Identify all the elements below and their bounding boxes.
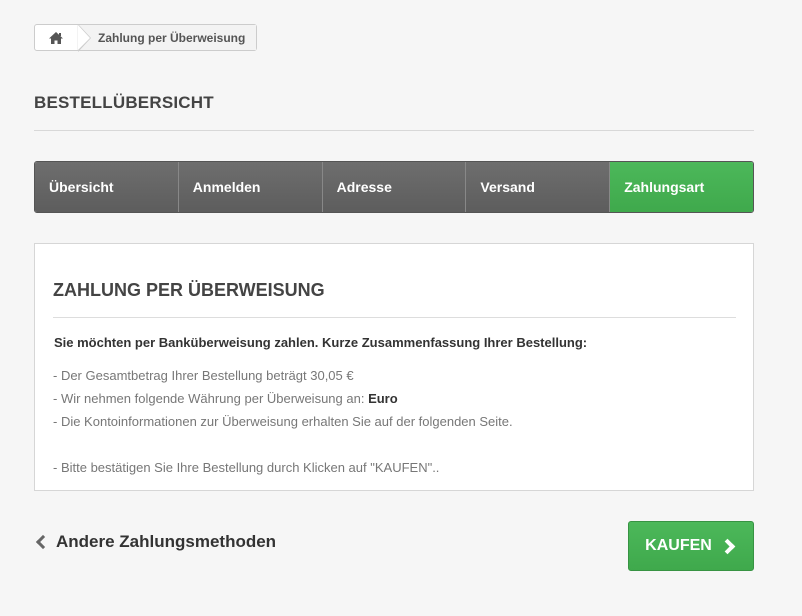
step-versand[interactable]: Versand	[466, 162, 611, 212]
currency-line: - Wir nehmen folgende Währung per Überwe…	[53, 391, 398, 406]
breadcrumb-home-link[interactable]	[35, 24, 91, 52]
step-adresse[interactable]: Adresse	[322, 162, 467, 212]
divider	[34, 130, 754, 131]
account-info-line: - Die Kontoinformationen zur Überweisung…	[53, 414, 513, 429]
step-anmelden[interactable]: Anmelden	[178, 162, 323, 212]
step-zahlungsart[interactable]: Zahlungsart	[610, 162, 753, 212]
chevron-right-icon	[719, 538, 736, 554]
breadcrumb: Zahlung per Überweisung	[34, 24, 258, 52]
breadcrumb-current: Zahlung per Überweisung	[77, 25, 257, 50]
buy-button[interactable]: KAUFEN	[628, 521, 754, 571]
chevron-left-icon	[35, 534, 51, 550]
panel-title: ZAHLUNG PER ÜBERWEISUNG	[53, 280, 325, 300]
divider	[53, 317, 736, 318]
currency-value: Euro	[368, 391, 398, 406]
page-title: BESTELLÜBERSICHT	[34, 93, 214, 112]
checkout-steps: Übersicht Anmelden Adresse Versand Zahlu…	[34, 161, 754, 213]
step-uebersicht[interactable]: Übersicht	[35, 162, 179, 212]
summary-heading: Sie möchten per Banküberweisung zahlen. …	[54, 335, 588, 350]
payment-panel: ZAHLUNG PER ÜBERWEISUNG Sie möchten per …	[34, 243, 754, 491]
currency-line-text: - Wir nehmen folgende Währung per Überwe…	[53, 391, 369, 406]
other-payment-methods-link[interactable]: Andere Zahlungsmethoden	[34, 532, 276, 552]
back-link-label: Andere Zahlungsmethoden	[56, 532, 277, 551]
home-icon	[49, 31, 63, 44]
buy-button-label: KAUFEN	[645, 537, 712, 554]
confirm-line: - Bitte bestätigen Sie Ihre Bestellung d…	[53, 460, 440, 475]
order-total-line: - Der Gesamtbetrag Ihrer Bestellung betr…	[53, 368, 354, 383]
